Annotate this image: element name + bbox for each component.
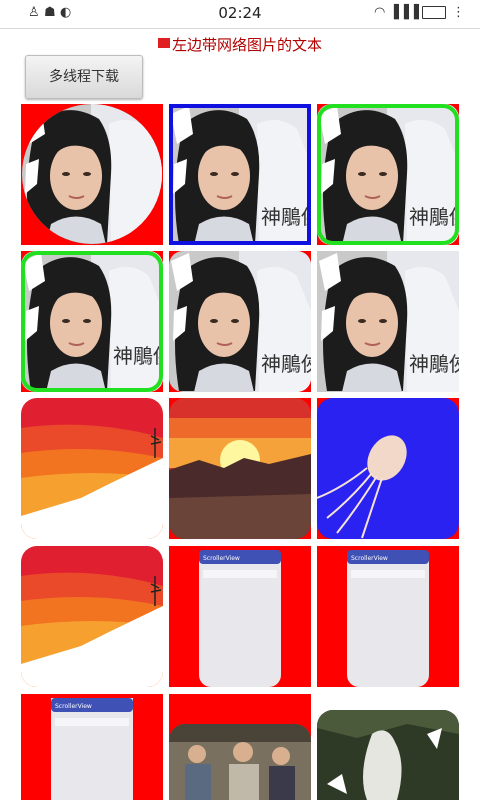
portrait-calligraphy: 神鵰俠侶 [113,344,163,368]
wifi-icon: ◠ [374,5,386,20]
grid-image-6[interactable]: 神鵰俠侶 [317,251,459,392]
more-icon[interactable]: ⋮ [452,6,465,20]
grid-image-8[interactable] [169,398,311,539]
header-text-row: 左边带网络图片的文本 [0,34,480,55]
grid-image-11[interactable]: ScrollerView [169,546,311,687]
multithread-download-button[interactable]: 多线程下载 [25,55,143,99]
phone-title: ScrollerView [203,555,240,562]
grid-image-15[interactable] [317,694,459,800]
grid-image-3[interactable]: 神鵰俠侶 [317,104,459,245]
portrait-calligraphy: 神鵰俠侶 [261,205,311,229]
battery-icon [422,6,446,19]
status-bar: ♙ ☗ ◐ 02:24 ◠ ▌▌▌ ⋮ [0,0,480,29]
phone-title: ScrollerView [351,555,388,562]
grid-image-7[interactable] [21,398,163,539]
grid-image-1[interactable] [21,104,163,245]
grid-image-5[interactable]: 神鵰俠侶 [169,251,311,392]
grid-image-10[interactable] [21,546,163,687]
phone-title: ScrollerView [55,703,92,710]
portrait-calligraphy: 神鵰俠侶 [261,352,311,376]
grid-image-9[interactable] [317,398,459,539]
grid-image-13[interactable]: ScrollerView [21,694,163,800]
portrait-calligraphy: 神鵰俠侶 [409,205,459,229]
portrait-calligraphy: 神鵰俠侶 [409,352,459,376]
header-text: 左边带网络图片的文本 [171,36,322,54]
signal-icon: ▌▌▌ [394,5,424,20]
grid-image-12[interactable]: ScrollerView [317,546,459,687]
grid-image-2[interactable]: 神鵰俠侶 [169,104,311,245]
grid-image-14[interactable] [169,694,311,800]
grid-image-4[interactable]: 神鵰俠侶 [21,251,163,392]
network-image-icon [157,38,170,48]
